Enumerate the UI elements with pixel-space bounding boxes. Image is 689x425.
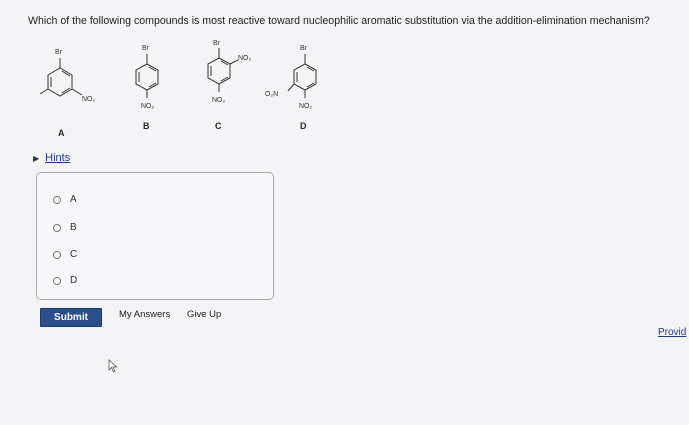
provide-feedback-link[interactable]: Provid [658, 327, 686, 338]
triangle-right-icon: ▶ [33, 153, 40, 163]
molecule-d-no2: NO₂ [299, 103, 313, 110]
question-text: Which of the following compounds is most… [28, 15, 650, 27]
radio-button-d[interactable] [53, 276, 61, 285]
molecule-a-label: A [58, 128, 65, 138]
submit-button[interactable]: Submit [40, 308, 102, 327]
choice-d[interactable]: D [53, 275, 77, 286]
molecule-a-structure: Br NO₂ [39, 49, 96, 103]
molecule-d: Br O₂N NO₂ [264, 36, 344, 116]
choice-b-label: B [70, 222, 77, 233]
choice-a[interactable]: A [53, 194, 77, 205]
molecule-c-structure: Br NO₂ NO₂ [207, 40, 252, 104]
choice-a-label: A [70, 194, 77, 205]
molecule-a-br: Br [55, 49, 63, 56]
radio-button-c[interactable] [53, 250, 61, 259]
molecule-b-br: Br [142, 45, 150, 52]
molecule-d-br: Br [300, 45, 308, 52]
radio-button-a[interactable] [53, 195, 61, 204]
molecule-a-no2: NO₂ [82, 96, 96, 103]
molecule-d-structure: Br O₂N NO₂ [265, 45, 317, 110]
hints-toggle[interactable]: ▶ Hints [33, 152, 70, 164]
choice-b[interactable]: B [53, 222, 77, 233]
molecule-c-no2-top: NO₂ [238, 55, 252, 62]
molecule-c-no2-bottom: NO₂ [212, 97, 226, 104]
molecule-b: Br NO₂ [118, 36, 188, 116]
molecule-b-structure: Br NO₂ [135, 45, 159, 110]
mouse-pointer-icon [108, 359, 118, 378]
choice-c-label: C [70, 249, 78, 260]
molecule-c-br: Br [213, 40, 221, 47]
hints-label: Hints [45, 152, 71, 164]
molecule-d-label: D [300, 121, 307, 131]
molecule-b-no2: NO₂ [141, 103, 155, 110]
molecule-c-label: C [215, 121, 222, 131]
choice-d-label: D [70, 275, 78, 286]
molecule-c: Br NO₂ NO₂ [192, 36, 272, 111]
molecule-d-o2n: O₂N [265, 91, 278, 98]
molecule-a: Br NO₂ [32, 36, 112, 111]
my-answers-link[interactable]: My Answers [119, 309, 170, 320]
molecule-b-label: B [143, 121, 150, 131]
choice-c[interactable]: C [53, 249, 77, 260]
radio-button-b[interactable] [53, 223, 61, 232]
answer-choices-box: A B C D [36, 172, 274, 300]
give-up-link[interactable]: Give Up [187, 309, 221, 320]
